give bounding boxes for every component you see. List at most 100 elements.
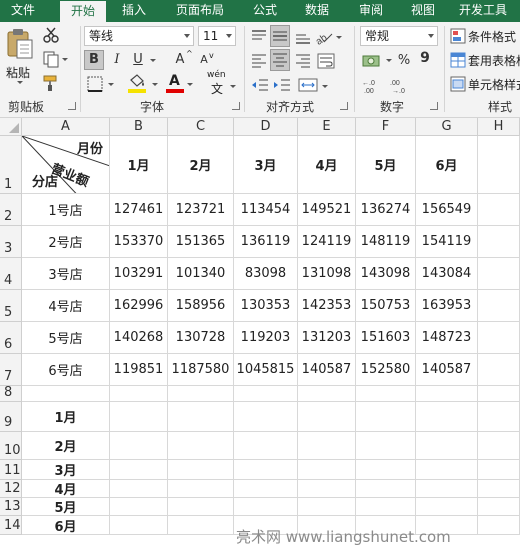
value-cell[interactable]: 162996	[110, 290, 168, 322]
value-cell[interactable]: 136119	[234, 226, 298, 258]
cell-e12[interactable]	[298, 480, 356, 498]
cell-d9[interactable]	[234, 402, 298, 432]
cell-f10[interactable]	[356, 432, 416, 460]
align-right-icon[interactable]	[294, 52, 312, 70]
format-as-table-button[interactable]: 套用表格格	[448, 50, 520, 70]
cell-d8[interactable]	[234, 386, 298, 402]
value-cell[interactable]: 1045815	[234, 354, 298, 386]
column-header-d[interactable]: D	[234, 118, 298, 136]
row-header-9[interactable]: 9	[0, 402, 22, 432]
value-cell[interactable]: 1187580	[168, 354, 234, 386]
month-list-cell[interactable]: 1月	[22, 402, 110, 432]
column-header-e[interactable]: E	[298, 118, 356, 136]
value-cell[interactable]: 148119	[356, 226, 416, 258]
row-header-12[interactable]: 12	[0, 480, 22, 498]
tab-view[interactable]: 视图	[400, 0, 446, 22]
value-cell[interactable]: 130353	[234, 290, 298, 322]
cell-f8[interactable]	[356, 386, 416, 402]
value-cell[interactable]: 123721	[168, 194, 234, 226]
month-list-cell[interactable]: 6月	[22, 516, 110, 535]
month-header-cell[interactable]: 2月	[168, 136, 234, 194]
store-name-cell[interactable]: 1号店	[22, 194, 110, 226]
value-cell[interactable]: 119203	[234, 322, 298, 354]
wrap-text-icon[interactable]	[316, 52, 336, 70]
align-left-icon[interactable]	[250, 52, 268, 70]
store-name-cell[interactable]: 4号店	[22, 290, 110, 322]
spreadsheet-grid[interactable]: A B C D E F G H 1 2 3 4 5 6 7 8 9 10 11 12 13 14 月份 营业额 分店 1月 2月 3月…	[0, 118, 520, 560]
cell-b10[interactable]	[110, 432, 168, 460]
month-list-cell[interactable]: 4月	[22, 480, 110, 498]
value-cell[interactable]: 83098	[234, 258, 298, 290]
align-center-button[interactable]	[270, 49, 290, 71]
align-top-icon[interactable]	[250, 28, 268, 46]
month-header-cell[interactable]: 6月	[416, 136, 478, 194]
tab-review[interactable]: 审阅	[348, 0, 394, 22]
cell-c10[interactable]	[168, 432, 234, 460]
cell-f12[interactable]	[356, 480, 416, 498]
alignment-launcher-icon[interactable]	[340, 102, 348, 110]
cell-h8[interactable]	[478, 386, 520, 402]
cell-h13[interactable]	[478, 498, 520, 516]
cell-d10[interactable]	[234, 432, 298, 460]
store-name-cell[interactable]: 2号店	[22, 226, 110, 258]
value-cell[interactable]: 149521	[298, 194, 356, 226]
tab-data[interactable]: 数据	[294, 0, 340, 22]
value-cell[interactable]: 163953	[416, 290, 478, 322]
cell-h9[interactable]	[478, 402, 520, 432]
cell-g9[interactable]	[416, 402, 478, 432]
value-cell[interactable]: 113454	[234, 194, 298, 226]
decrease-decimal-icon[interactable]: .00 →.0	[390, 77, 410, 95]
row-header-5[interactable]: 5	[0, 290, 22, 322]
column-header-h[interactable]: H	[478, 118, 520, 136]
cell-b9[interactable]	[110, 402, 168, 432]
tab-page-layout[interactable]: 页面布局	[164, 0, 236, 22]
chevron-down-icon[interactable]	[336, 36, 342, 39]
cell-h12[interactable]	[478, 480, 520, 498]
row-header-4[interactable]: 4	[0, 258, 22, 290]
value-cell[interactable]: 143098	[356, 258, 416, 290]
cell-c9[interactable]	[168, 402, 234, 432]
value-cell[interactable]: 130728	[168, 322, 234, 354]
cell-h14[interactable]	[478, 516, 520, 535]
chevron-down-icon[interactable]	[322, 85, 328, 88]
cell-h3[interactable]	[478, 226, 520, 258]
cell-f9[interactable]	[356, 402, 416, 432]
chevron-down-icon[interactable]	[386, 59, 392, 62]
select-all-corner[interactable]	[0, 118, 22, 136]
cell-c14[interactable]	[168, 516, 234, 535]
row-header-7[interactable]: 7	[0, 354, 22, 386]
store-name-cell[interactable]: 6号店	[22, 354, 110, 386]
italic-button[interactable]: I	[108, 50, 126, 70]
cell-h7[interactable]	[478, 354, 520, 386]
store-name-cell[interactable]: 3号店	[22, 258, 110, 290]
column-header-c[interactable]: C	[168, 118, 234, 136]
row-header-10[interactable]: 10	[0, 432, 22, 460]
column-header-g[interactable]: G	[416, 118, 478, 136]
font-name-dropdown[interactable]: 等线	[84, 26, 194, 46]
underline-button[interactable]: U	[130, 50, 146, 70]
bold-button[interactable]: B	[84, 50, 104, 70]
cell-h10[interactable]	[478, 432, 520, 460]
number-launcher-icon[interactable]	[430, 102, 438, 110]
conditional-formatting-button[interactable]: 条件格式	[448, 26, 520, 46]
row-header-1[interactable]: 1	[0, 136, 22, 194]
merge-center-icon[interactable]	[298, 76, 318, 94]
font-color-button[interactable]: A	[164, 73, 194, 94]
copy-button[interactable]	[42, 50, 68, 68]
cell-d11[interactable]	[234, 460, 298, 480]
value-cell[interactable]: 131203	[298, 322, 356, 354]
value-cell[interactable]: 136274	[356, 194, 416, 226]
cell-e11[interactable]	[298, 460, 356, 480]
cell-b14[interactable]	[110, 516, 168, 535]
font-launcher-icon[interactable]	[232, 102, 240, 110]
cell-c12[interactable]	[168, 480, 234, 498]
currency-icon[interactable]	[362, 51, 384, 71]
row-header-3[interactable]: 3	[0, 226, 22, 258]
tab-home[interactable]: 开始	[60, 1, 106, 22]
cell-c13[interactable]	[168, 498, 234, 516]
increase-indent-icon[interactable]	[272, 76, 292, 94]
value-cell[interactable]: 101340	[168, 258, 234, 290]
month-list-cell[interactable]: 2月	[22, 432, 110, 460]
column-header-b[interactable]: B	[110, 118, 168, 136]
cell-e9[interactable]	[298, 402, 356, 432]
